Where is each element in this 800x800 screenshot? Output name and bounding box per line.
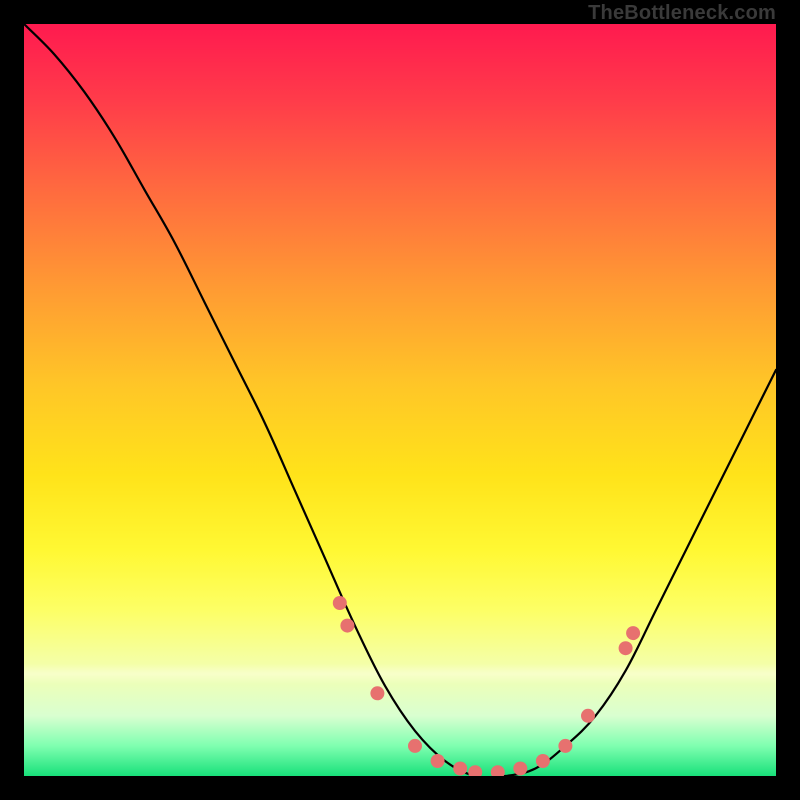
curve-marker (491, 765, 505, 776)
curve-marker (408, 739, 422, 753)
curve-marker (536, 754, 550, 768)
curve-marker (370, 686, 384, 700)
watermark-text: TheBottleneck.com (588, 2, 776, 25)
curve-marker (468, 765, 482, 776)
curve-marker (340, 619, 354, 633)
curve-marker (453, 762, 467, 776)
marker-group (333, 596, 640, 776)
curve-layer (24, 24, 776, 776)
curve-marker (558, 739, 572, 753)
bottleneck-curve (24, 24, 776, 776)
plot-area (24, 24, 776, 776)
curve-marker (513, 762, 527, 776)
chart-frame: TheBottleneck.com (0, 0, 800, 800)
curve-marker (431, 754, 445, 768)
curve-marker (333, 596, 347, 610)
curve-marker (626, 626, 640, 640)
curve-marker (619, 641, 633, 655)
curve-marker (581, 709, 595, 723)
